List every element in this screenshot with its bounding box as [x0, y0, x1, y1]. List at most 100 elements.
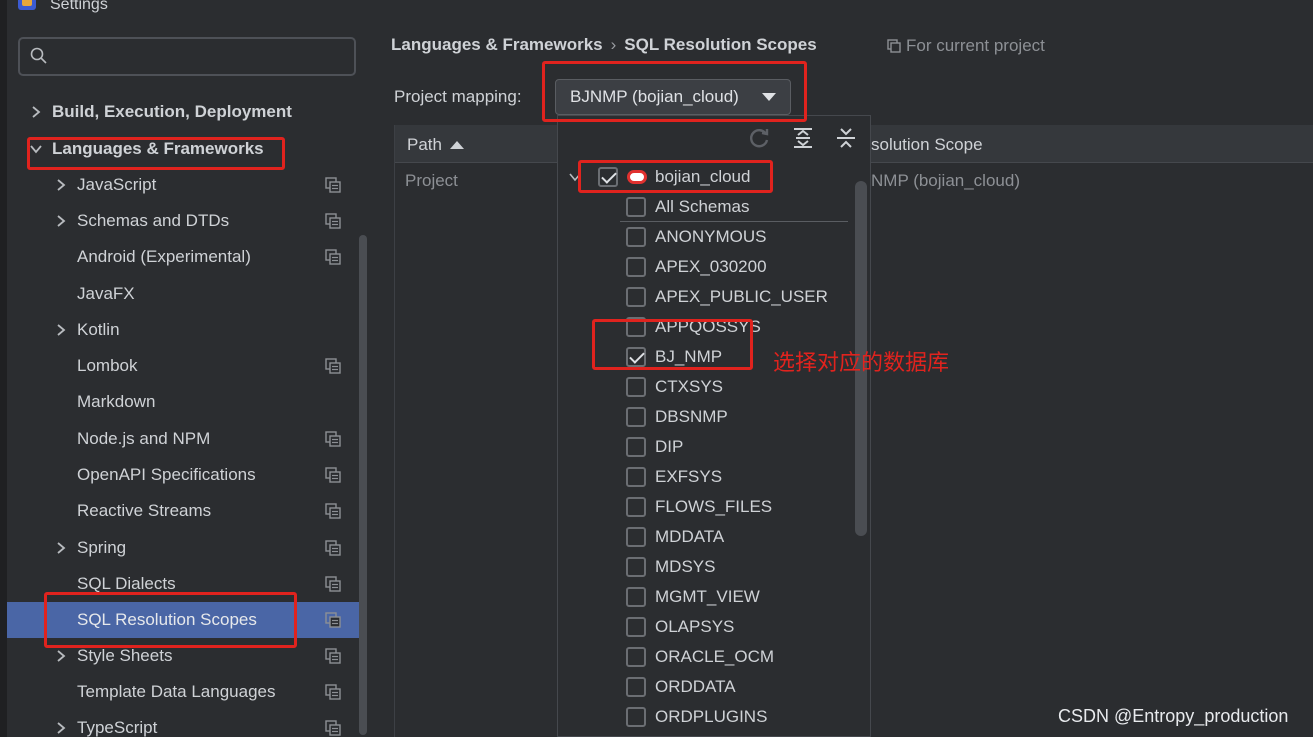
table-cell-path[interactable]: Project — [405, 171, 458, 191]
schema-checkbox[interactable] — [626, 557, 646, 577]
schema-checkbox[interactable] — [626, 497, 646, 517]
path-column-header[interactable]: Path — [407, 135, 464, 155]
project-level-icon — [325, 612, 341, 628]
schema-item[interactable]: APEX_030200 — [558, 252, 854, 282]
chevron-right-icon[interactable] — [54, 649, 68, 663]
schema-item[interactable]: OLAPSYS — [558, 612, 854, 642]
schema-checkbox[interactable] — [626, 587, 646, 607]
chevron-right-icon[interactable] — [54, 178, 68, 192]
table-cell-scope[interactable]: NMP (bojian_cloud) — [871, 171, 1020, 191]
schema-item[interactable]: DBSNMP — [558, 402, 854, 432]
schema-item[interactable]: MDSYS — [558, 552, 854, 582]
watermark: CSDN @Entropy_production — [1058, 706, 1289, 726]
breadcrumb: Languages & Frameworks › SQL Resolution Sc… — [391, 35, 817, 55]
schema-item[interactable]: EXFSYS — [558, 462, 854, 492]
sidebar-item[interactable]: Schemas and DTDs — [7, 203, 367, 239]
schema-checkbox[interactable] — [626, 257, 646, 277]
chevron-right-icon[interactable] — [54, 323, 68, 337]
schema-checkbox[interactable] — [626, 437, 646, 457]
chevron-right-icon[interactable] — [54, 721, 68, 735]
schema-checkbox[interactable] — [626, 347, 646, 367]
sidebar-item-label: Template Data Languages — [77, 682, 276, 701]
project-level-icon — [325, 213, 341, 229]
sidebar-item[interactable]: Style Sheets — [7, 638, 367, 674]
schema-tree-root[interactable]: bojian_cloud — [558, 162, 854, 192]
project-level-icon — [325, 249, 341, 265]
copy-settings-icon — [887, 39, 901, 53]
sidebar-item[interactable]: Build, Execution, Deployment — [7, 94, 367, 130]
schema-checkbox[interactable] — [626, 377, 646, 397]
schema-checkbox[interactable] — [626, 287, 646, 307]
scope-column-header[interactable]: solution Scope — [871, 135, 983, 155]
chevron-down-icon — [762, 93, 776, 101]
sidebar-item[interactable]: SQL Resolution Scopes — [7, 602, 367, 638]
sidebar-item-label: Reactive Streams — [77, 501, 212, 520]
sidebar-item-label: JavaScript — [77, 175, 157, 194]
schema-checkbox[interactable] — [626, 407, 646, 427]
project-level-icon — [325, 540, 341, 556]
sidebar-item[interactable]: Kotlin — [7, 312, 367, 348]
sidebar-item-label: Kotlin — [77, 320, 120, 339]
schema-checkbox[interactable] — [626, 197, 646, 217]
search-icon — [30, 47, 47, 64]
schema-checkbox[interactable] — [626, 467, 646, 487]
sidebar-item[interactable]: Markdown — [7, 384, 367, 420]
root-checkbox[interactable] — [598, 167, 618, 187]
sidebar-item-label: SQL Resolution Scopes — [77, 610, 257, 629]
sidebar-item[interactable]: JavaScript — [7, 167, 367, 203]
annotation-text: 选择对应的数据库 — [773, 351, 950, 376]
schema-checkbox[interactable] — [626, 617, 646, 637]
schema-checkbox[interactable] — [626, 647, 646, 667]
search-input[interactable] — [60, 45, 340, 69]
schema-item[interactable]: MGMT_VIEW — [558, 582, 854, 612]
sidebar-item[interactable]: Template Data Languages — [7, 674, 367, 710]
sidebar-item[interactable]: TypeScript — [7, 710, 367, 737]
expand-all-icon[interactable] — [791, 126, 815, 150]
sidebar-item[interactable]: Languages & Frameworks — [7, 131, 367, 167]
schema-checkbox[interactable] — [626, 227, 646, 247]
project-scope-note: For current project — [887, 36, 1045, 56]
project-level-icon — [325, 720, 341, 736]
schema-item[interactable]: ANONYMOUS — [558, 222, 854, 252]
sidebar-item[interactable]: Node.js and NPM — [7, 421, 367, 457]
sidebar-item[interactable]: Reactive Streams — [7, 493, 367, 529]
schema-item[interactable]: All Schemas — [558, 192, 854, 222]
schema-checkbox[interactable] — [626, 527, 646, 547]
all-schemas-divider — [620, 221, 848, 222]
schema-item[interactable]: FLOWS_FILES — [558, 492, 854, 522]
schema-item[interactable]: APPQOSSYS — [558, 312, 854, 342]
sidebar-item-label: Node.js and NPM — [77, 429, 211, 448]
sidebar-item[interactable]: Lombok — [7, 348, 367, 384]
search-box[interactable] — [18, 37, 356, 76]
chevron-right-icon[interactable] — [54, 214, 68, 228]
schema-checkbox[interactable] — [626, 677, 646, 697]
chevron-down-icon[interactable] — [568, 170, 582, 184]
schema-checkbox[interactable] — [626, 707, 646, 727]
chevron-down-icon[interactable] — [29, 142, 43, 156]
schema-item[interactable]: ORDDATA — [558, 672, 854, 702]
schema-item[interactable]: MDDATA — [558, 522, 854, 552]
schema-item[interactable]: ORDPLUGINS — [558, 702, 854, 732]
chevron-right-icon[interactable] — [54, 541, 68, 555]
chevron-right-icon[interactable] — [29, 105, 43, 119]
schema-item[interactable]: APEX_PUBLIC_USER — [558, 282, 854, 312]
collapse-all-icon[interactable] — [834, 126, 858, 150]
sidebar-item[interactable]: OpenAPI Specifications — [7, 457, 367, 493]
app-logo-icon — [18, 0, 36, 10]
sidebar-item-label: JavaFX — [77, 284, 135, 303]
schema-checkbox[interactable] — [626, 317, 646, 337]
sidebar-item[interactable]: Spring — [7, 530, 367, 566]
sidebar-item-label: Schemas and DTDs — [77, 211, 230, 230]
sidebar-item[interactable]: Android (Experimental) — [7, 239, 367, 275]
sidebar-scrollbar[interactable] — [359, 235, 367, 735]
schema-item[interactable]: DIP — [558, 432, 854, 462]
sidebar-item[interactable]: JavaFX — [7, 276, 367, 312]
sidebar-item[interactable]: SQL Dialects — [7, 566, 367, 602]
settings-sidebar: Build, Execution, Deployment Languages & … — [7, 20, 367, 737]
oracle-database-icon — [627, 170, 647, 184]
refresh-icon[interactable] — [748, 126, 772, 150]
breadcrumb-item[interactable]: Languages & Frameworks — [391, 35, 603, 54]
schema-name: FLOWS_FILES — [655, 497, 773, 516]
project-mapping-dropdown[interactable]: BJNMP (bojian_cloud) — [555, 79, 791, 115]
schema-item[interactable]: ORACLE_OCM — [558, 642, 854, 672]
